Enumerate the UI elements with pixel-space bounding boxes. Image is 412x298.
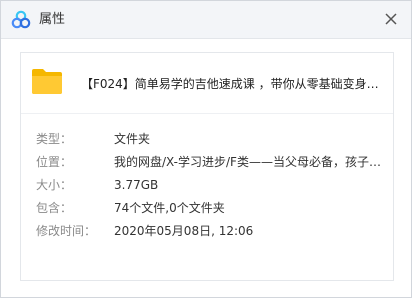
title-bar: 属性 <box>1 1 411 39</box>
property-label: 修改时间： <box>36 224 97 238</box>
folder-icon <box>32 69 62 94</box>
property-row-type: 类型： 文件夹 <box>21 128 393 151</box>
properties-window: 属性 【F024】简单易学的吉他速成课 ，带你从零基础变身弹唱高手 类型： 文件… <box>0 0 412 298</box>
close-icon[interactable] <box>381 9 401 29</box>
property-row-location: 位置： 我的网盘/X-学习进步/F类——当父母必备，孩子的成长 <box>21 151 393 174</box>
property-label: 包含： <box>36 201 73 215</box>
property-value[interactable]: 我的网盘/X-学习进步/F类——当父母必备，孩子的成长 <box>114 154 386 170</box>
property-row-modified: 修改时间： 2020年05月08日, 12:06 <box>21 220 393 243</box>
property-value: 文件夹 <box>114 132 151 146</box>
properties-panel: 【F024】简单易学的吉他速成课 ，带你从零基础变身弹唱高手 类型： 文件夹 位… <box>20 52 394 281</box>
property-value: 2020年05月08日, 12:06 <box>114 224 254 238</box>
property-label: 类型： <box>36 132 73 146</box>
file-name: 【F024】简单易学的吉他速成课 ，带你从零基础变身弹唱高手 <box>81 77 386 91</box>
baidu-netdisk-logo-icon <box>11 10 31 29</box>
window-title: 属性 <box>39 12 66 27</box>
property-row-size: 大小： 3.77GB <box>21 174 393 197</box>
property-value: 3.77GB <box>114 178 159 192</box>
file-header: 【F024】简单易学的吉他速成课 ，带你从零基础变身弹唱高手 <box>21 53 393 114</box>
property-label: 大小： <box>36 178 73 192</box>
property-label: 位置： <box>36 155 73 169</box>
property-list: 类型： 文件夹 位置： 我的网盘/X-学习进步/F类——当父母必备，孩子的成长 … <box>21 128 393 243</box>
property-row-contents: 包含： 74个文件,0个文件夹 <box>21 197 393 220</box>
property-value: 74个文件,0个文件夹 <box>114 201 225 215</box>
